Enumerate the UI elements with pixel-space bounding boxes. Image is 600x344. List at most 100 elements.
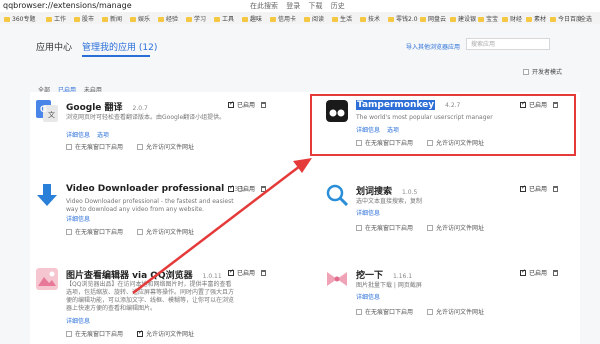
enabled-checkbox[interactable] — [520, 184, 526, 192]
file-url-option[interactable]: 允许访问文件网址 — [426, 225, 484, 232]
folder-icon — [102, 17, 108, 22]
tab-manage-apps[interactable]: 管理我的应用 (12) — [82, 40, 157, 53]
enabled-checkbox[interactable] — [228, 184, 234, 192]
extension-links: 详细信息 — [356, 208, 387, 217]
highlight-box — [310, 94, 576, 156]
folder-icon — [242, 17, 248, 22]
bookmark-item[interactable]: 360专题 — [4, 14, 35, 23]
details-link[interactable]: 详细信息 — [66, 318, 90, 325]
extension-title: Video Downloader professional 3.2 — [66, 184, 244, 194]
folder-icon — [4, 17, 10, 22]
developer-mode-checkbox[interactable] — [523, 69, 529, 75]
enable-toggle[interactable]: 已启用 — [520, 268, 559, 277]
details-link[interactable]: 详细信息 — [356, 294, 380, 301]
folder-icon — [502, 17, 508, 22]
bookmark-item[interactable]: 建设银 — [450, 14, 476, 23]
toolbar-item-2[interactable]: 历史 — [331, 2, 345, 10]
bookmark-item[interactable]: 工具 — [214, 14, 234, 23]
search-input[interactable]: 搜索应用 — [466, 38, 550, 50]
bow-icon — [327, 272, 347, 286]
extension-links: 详细信息 — [66, 316, 97, 325]
trash-icon[interactable] — [261, 102, 267, 108]
bookmark-item[interactable]: 娱乐 — [130, 14, 150, 23]
extension-description: 选中文本直接搜索，复制 — [356, 198, 423, 205]
bookmark-item[interactable]: 阅读 — [304, 14, 324, 23]
enabled-checkbox[interactable] — [228, 100, 234, 108]
folder-icon — [130, 17, 136, 22]
details-link[interactable]: 详细信息 — [356, 210, 380, 217]
file-url-option[interactable]: 允许访问文件网址 — [136, 229, 194, 236]
bookmark-item[interactable]: 宝宝 — [478, 14, 498, 23]
active-tab-indicator — [82, 55, 150, 57]
bookmark-item[interactable]: 工作 — [46, 14, 66, 23]
enable-toggle[interactable]: 已启用 — [520, 184, 559, 193]
folder-icon — [332, 17, 338, 22]
extension-card-word-search: 划词搜索 1.0.5 选中文本直接搜索，复制 详细信息 在无痕窗口下启用 允许访问… — [320, 176, 570, 252]
folder-icon — [214, 17, 220, 22]
image-editor-icon — [36, 268, 58, 290]
bookmark-item[interactable]: 全选 — [580, 14, 592, 23]
trash-icon[interactable] — [261, 270, 267, 276]
extension-options: 在无痕窗口下启用 允许访问文件网址 — [66, 142, 206, 151]
bookmark-item[interactable]: 网盘云 — [420, 14, 446, 23]
import-apps-link[interactable]: 导入其他浏览器应用 — [406, 42, 460, 51]
folder-icon — [420, 17, 426, 22]
file-url-option[interactable]: 允许访问文件网址 — [136, 329, 194, 338]
trash-icon[interactable] — [553, 270, 559, 276]
bookmark-item[interactable]: 财经 — [502, 14, 522, 23]
bookmark-item[interactable]: 生活 — [332, 14, 352, 23]
toolbar-item-1[interactable]: 下载 — [308, 2, 322, 10]
svg-text:G: G — [40, 104, 47, 114]
bookmark-item[interactable]: 技术 — [360, 14, 380, 23]
bookmark-item[interactable]: 学习 — [186, 14, 206, 23]
url-field[interactable]: qqbrowser://extensions/manage — [3, 1, 132, 10]
address-bar-right: 在此搜索 登录 下载 历史 — [250, 1, 351, 11]
enabled-checkbox[interactable] — [228, 268, 234, 276]
bookmark-item[interactable]: 今日百度 — [550, 14, 582, 23]
folder-icon — [270, 17, 276, 22]
toolbar-item-0[interactable]: 登录 — [286, 2, 300, 10]
bookmark-item[interactable]: 新闻 — [102, 14, 122, 23]
extension-description: 图片批量下载 | 网页截屏 — [356, 282, 422, 289]
developer-mode-label: 开发者模式 — [532, 69, 563, 76]
extension-title: Google 翻译 2.0.7 — [66, 103, 148, 113]
file-url-option[interactable]: 允许访问文件网址 — [136, 144, 194, 151]
developer-mode-toggle[interactable]: 开发者模式 — [523, 67, 562, 76]
svg-text:文: 文 — [48, 110, 55, 119]
file-url-option[interactable]: 允许访问文件网址 — [426, 309, 484, 316]
incognito-option[interactable]: 在无痕窗口下启用 — [66, 144, 123, 151]
trash-icon[interactable] — [553, 186, 559, 192]
extension-description: Video Downloader professional - the fast… — [66, 198, 234, 213]
trash-icon[interactable] — [261, 186, 267, 192]
extension-description: 【QQ浏览器出品】在访问本地和网络图片时，提供丰富的查看选项，包括缩放、旋转、适… — [66, 281, 235, 312]
bookmark-item[interactable]: 信用卡 — [270, 14, 296, 23]
extension-title: 挖一下 1.16.1 — [356, 271, 413, 281]
folder-icon — [550, 17, 556, 22]
enable-toggle[interactable]: 已启用 — [228, 184, 267, 193]
extension-options: 在无痕窗口下启用 允许访问文件网址 — [66, 329, 206, 338]
folder-icon — [360, 17, 366, 22]
enable-toggle[interactable]: 已启用 — [228, 100, 267, 109]
folder-icon — [46, 17, 52, 22]
incognito-option[interactable]: 在无痕窗口下启用 — [66, 331, 123, 338]
extension-options: 在无痕窗口下启用 允许访问文件网址 — [356, 223, 496, 232]
extension-title: 图片查看编辑器 via QQ浏览器 1.0.11 — [66, 271, 222, 281]
bookmark-item[interactable]: 股市 — [74, 14, 94, 23]
tab-app-center[interactable]: 应用中心 — [36, 40, 72, 53]
enabled-checkbox[interactable] — [520, 268, 526, 276]
bookmark-item[interactable]: 趣味 — [242, 14, 262, 23]
details-link[interactable]: 详细信息 — [66, 216, 90, 223]
bookmark-item[interactable]: 零钱2.0 — [388, 14, 418, 23]
incognito-option[interactable]: 在无痕窗口下启用 — [66, 229, 123, 236]
options-link[interactable]: 选项 — [97, 132, 109, 139]
search-hint[interactable]: 在此搜索 — [250, 2, 278, 10]
folder-icon — [450, 17, 456, 22]
google-translate-icon: G 文 — [36, 100, 58, 122]
details-link[interactable]: 详细信息 — [66, 132, 90, 139]
bookmark-item[interactable]: 素材 — [526, 14, 546, 23]
extension-links: 详细信息 选项 — [66, 130, 116, 139]
enable-toggle[interactable]: 已启用 — [228, 268, 267, 277]
incognito-option[interactable]: 在无痕窗口下启用 — [356, 309, 413, 316]
incognito-option[interactable]: 在无痕窗口下启用 — [356, 225, 413, 232]
bookmark-item[interactable]: 经验 — [158, 14, 178, 23]
